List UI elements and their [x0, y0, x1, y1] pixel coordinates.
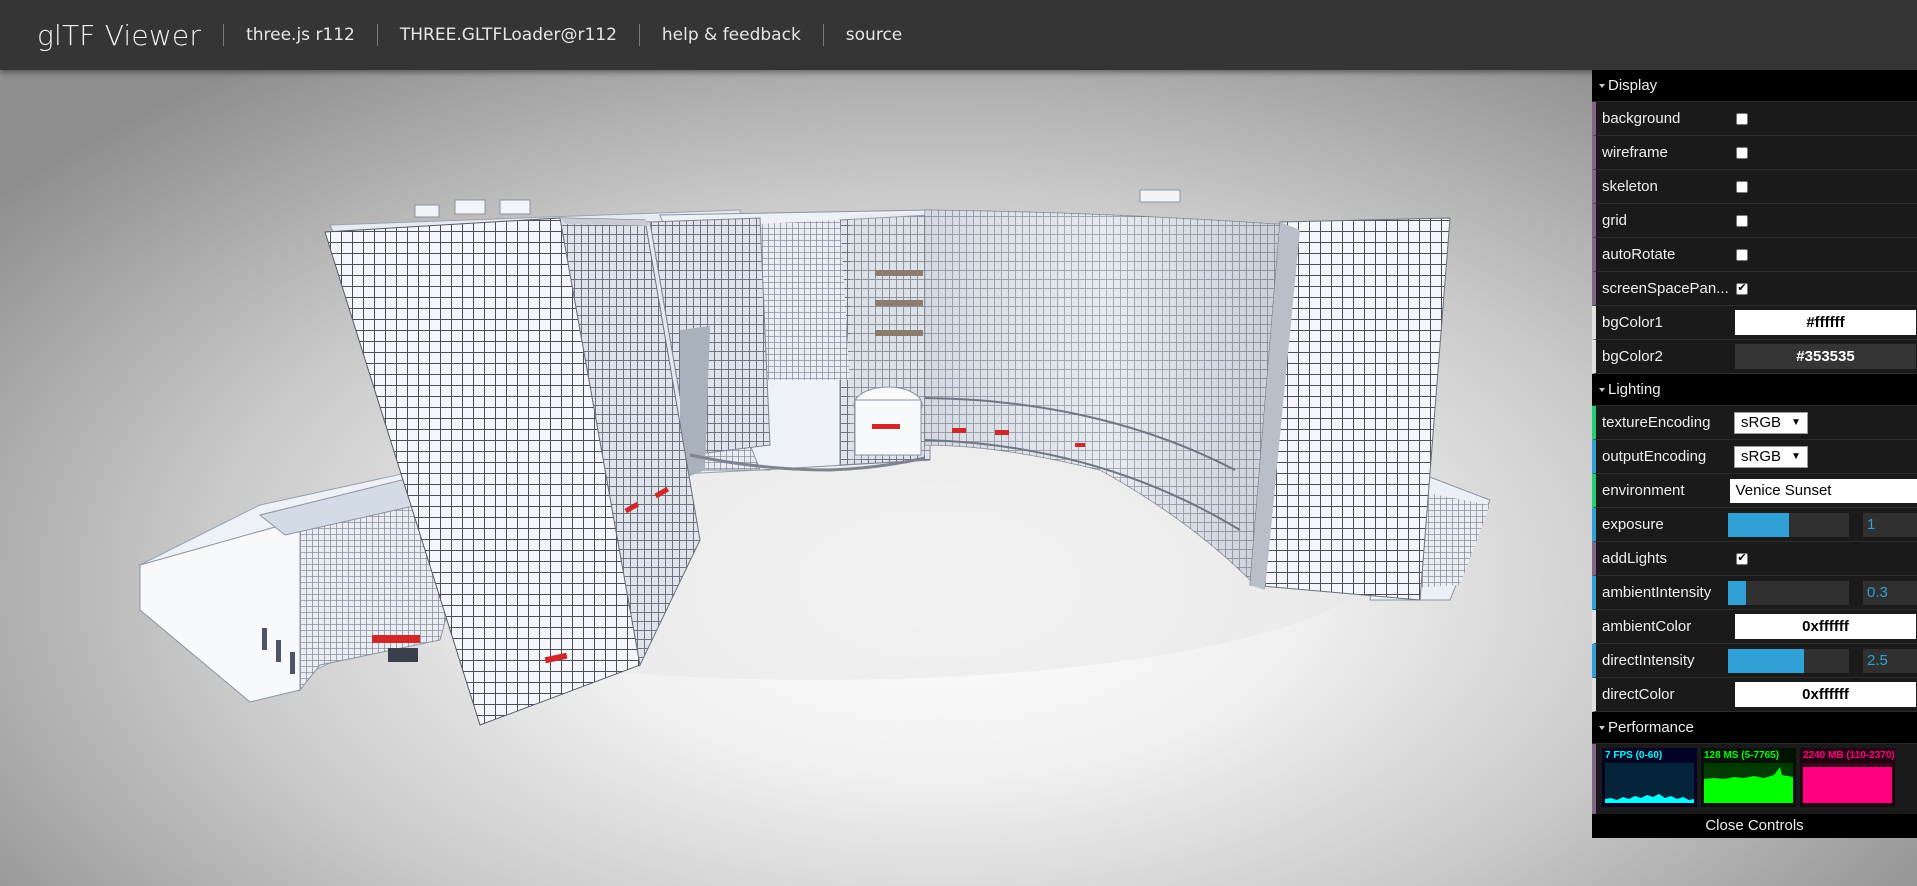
ambientintensity-input[interactable]: 0.3	[1863, 580, 1917, 605]
slider-fill	[1728, 512, 1789, 537]
ms-panel[interactable]: 128 MS (5-7765)	[1701, 748, 1796, 807]
control-grid: grid	[1592, 204, 1917, 238]
control-screenspacepan: screenSpacePan... ✔	[1592, 272, 1917, 306]
fps-graph	[1605, 763, 1694, 803]
exposure-slider[interactable]	[1728, 512, 1849, 537]
fps-panel[interactable]: 7 FPS (0-60)	[1602, 748, 1697, 807]
control-ambientintensity: ambientIntensity 0.3	[1592, 576, 1917, 610]
control-exposure: exposure 1	[1592, 508, 1917, 542]
app-header: glTF Viewer three.js r112 THREE.GLTFLoad…	[0, 0, 1917, 70]
app-title[interactable]: glTF Viewer	[37, 19, 201, 52]
control-ambientcolor: ambientColor 0xffffff	[1592, 610, 1917, 644]
control-bgcolor2: bgColor2 #353535	[1592, 340, 1917, 374]
control-outputencoding: outputEncoding sRGB ▼	[1592, 440, 1917, 474]
performance-stats: 7 FPS (0-60) 128 MS (5-7765) 2240 MB (11…	[1592, 744, 1917, 814]
control-label: bgColor1	[1602, 314, 1663, 331]
control-textureencoding: textureEncoding sRGB ▼	[1592, 406, 1917, 440]
control-label: ambientIntensity	[1602, 584, 1712, 601]
grid-checkbox[interactable]	[1736, 214, 1748, 227]
control-label: background	[1602, 110, 1681, 127]
control-addlights: addLights ✔	[1592, 542, 1917, 576]
close-controls-button[interactable]: Close Controls	[1592, 814, 1917, 838]
control-label: exposure	[1602, 516, 1664, 533]
bgcolor1-swatch[interactable]: #ffffff	[1734, 309, 1917, 336]
nav-divider	[822, 24, 824, 46]
ms-graph	[1704, 763, 1793, 803]
screenspacepan-checkbox[interactable]: ✔	[1736, 282, 1748, 295]
control-label: autoRotate	[1602, 246, 1676, 263]
exposure-input[interactable]: 1	[1863, 512, 1917, 537]
folder-lighting-title[interactable]: Lighting	[1592, 374, 1917, 406]
directintensity-input[interactable]: 2.5	[1863, 648, 1917, 673]
mb-graph	[1803, 763, 1892, 803]
controls-panel: Display background wireframe skeleton gr…	[1592, 70, 1917, 838]
folder-display-title[interactable]: Display	[1592, 70, 1917, 102]
ms-caption: 128 MS (5-7765)	[1704, 750, 1780, 761]
nav-link-source[interactable]: source	[846, 25, 902, 45]
control-label: directIntensity	[1602, 652, 1695, 669]
fps-caption: 7 FPS (0-60)	[1605, 750, 1663, 761]
wireframe-checkbox[interactable]	[1736, 146, 1748, 159]
directintensity-slider[interactable]	[1728, 648, 1849, 673]
slider-fill	[1728, 648, 1804, 673]
control-label: grid	[1602, 212, 1628, 229]
nav-divider	[223, 24, 225, 46]
control-directcolor: directColor 0xffffff	[1592, 678, 1917, 712]
autorotate-checkbox[interactable]	[1736, 248, 1748, 261]
control-label: wireframe	[1602, 144, 1668, 161]
ambientcolor-swatch[interactable]: 0xffffff	[1734, 613, 1917, 640]
mb-caption: 2240 MB (110-2370)	[1803, 750, 1895, 761]
control-label: textureEncoding	[1602, 414, 1711, 431]
environment-select[interactable]: Venice Sunset	[1729, 478, 1917, 503]
mb-panel[interactable]: 2240 MB (110-2370)	[1800, 748, 1895, 807]
slider-fill	[1728, 580, 1747, 605]
outputencoding-select[interactable]: sRGB ▼	[1734, 445, 1808, 468]
control-bgcolor1: bgColor1 #ffffff	[1592, 306, 1917, 340]
bgcolor2-swatch[interactable]: #353535	[1734, 343, 1917, 370]
nav-link-gltfloader[interactable]: THREE.GLTFLoader@r112	[400, 25, 617, 45]
nav-link-help[interactable]: help & feedback	[662, 25, 801, 45]
dropdown-arrow-icon: ▼	[1791, 417, 1801, 428]
control-background: background	[1592, 102, 1917, 136]
directcolor-swatch[interactable]: 0xffffff	[1734, 681, 1917, 708]
control-label: directColor	[1602, 686, 1675, 703]
control-label: screenSpacePan...	[1602, 280, 1729, 297]
select-value: sRGB	[1741, 414, 1782, 431]
nav-divider	[638, 24, 640, 46]
addlights-checkbox[interactable]: ✔	[1736, 552, 1748, 565]
dropdown-arrow-icon: ▼	[1791, 451, 1801, 462]
nav-divider	[376, 24, 378, 46]
control-label: bgColor2	[1602, 348, 1663, 365]
background-checkbox[interactable]	[1736, 112, 1748, 125]
control-environment: environment Venice Sunset	[1592, 474, 1917, 508]
control-label: addLights	[1602, 550, 1668, 567]
skeleton-checkbox[interactable]	[1736, 180, 1748, 193]
control-directintensity: directIntensity 2.5	[1592, 644, 1917, 678]
control-label: skeleton	[1602, 178, 1658, 195]
folder-performance-title[interactable]: Performance	[1592, 712, 1917, 744]
textureencoding-select[interactable]: sRGB ▼	[1734, 411, 1808, 434]
control-wireframe: wireframe	[1592, 136, 1917, 170]
control-skeleton: skeleton	[1592, 170, 1917, 204]
control-autorotate: autoRotate	[1592, 238, 1917, 272]
nav-link-threejs[interactable]: three.js r112	[246, 25, 355, 45]
control-label: outputEncoding	[1602, 448, 1707, 465]
control-label: ambientColor	[1602, 618, 1692, 635]
ambientintensity-slider[interactable]	[1728, 580, 1849, 605]
select-value: sRGB	[1741, 448, 1782, 465]
control-label: environment	[1602, 482, 1685, 499]
